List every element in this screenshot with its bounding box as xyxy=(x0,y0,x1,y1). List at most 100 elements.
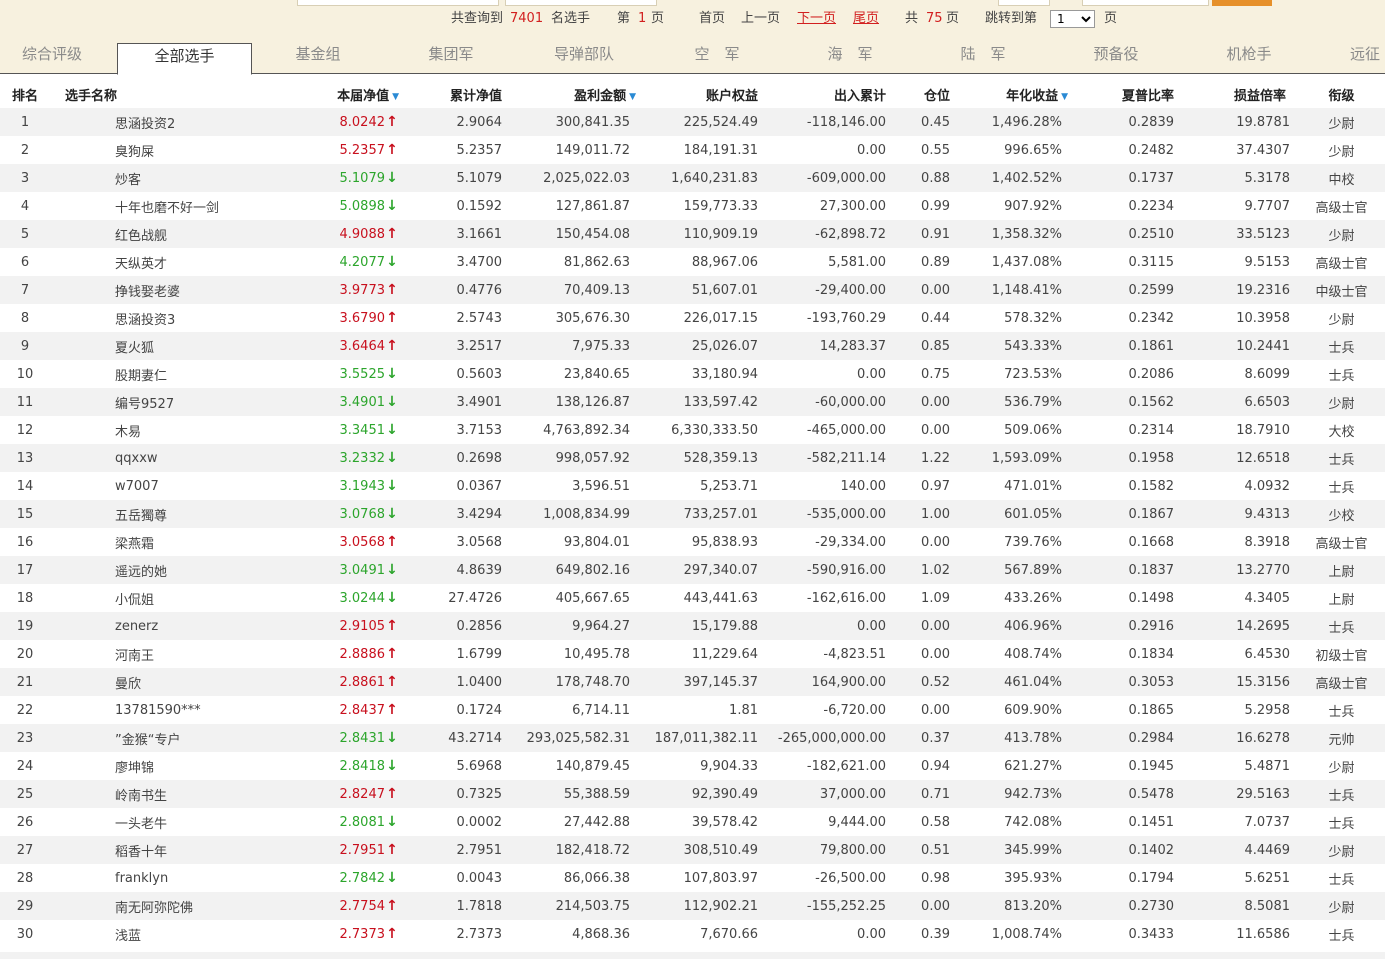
rank-title-cell: 少尉 xyxy=(1328,144,1355,160)
tab-army[interactable]: 陆 军 xyxy=(931,41,1035,73)
col-sharpe[interactable]: 夏普比率 xyxy=(1074,80,1186,108)
player-name-link[interactable]: 一头老牛 xyxy=(50,808,274,836)
rank-cell: 21 xyxy=(0,668,50,696)
jump-page-select[interactable]: 1 xyxy=(1050,10,1095,28)
player-name-link[interactable]: w7007 xyxy=(50,472,274,500)
prev-page-link[interactable]: 上一页 xyxy=(741,9,780,29)
player-name-link[interactable]: 天纵英才 xyxy=(50,248,274,276)
col-flow[interactable]: 出入累计 xyxy=(770,80,898,108)
next-page-link[interactable]: 下一页 xyxy=(797,9,836,29)
player-name-link[interactable]: 遥远的她 xyxy=(50,556,274,584)
arrow-up-icon: ↑ xyxy=(386,282,398,298)
tab-air-force[interactable]: 空 军 xyxy=(665,41,769,73)
col-annual-return[interactable]: 年化收益 ▼ xyxy=(962,80,1074,108)
player-name-link[interactable]: 浅蓝 xyxy=(50,920,274,948)
pl-ratio-cell: 8.6099 xyxy=(1244,366,1291,382)
player-name-link[interactable]: 南无阿弥陀佛 xyxy=(50,892,274,920)
player-name-link[interactable]: 思涵投资2 xyxy=(50,108,274,136)
player-name-link[interactable]: 13781590*** xyxy=(50,696,274,724)
col-current-nav[interactable]: 本届净值 ▼ xyxy=(274,80,399,108)
player-name-link[interactable]: 股期妻仁 xyxy=(50,360,274,388)
tab-reserve[interactable]: 预备役 xyxy=(1064,41,1168,73)
position-cell: 0.98 xyxy=(921,870,950,886)
sort-desc-icon[interactable]: ▼ xyxy=(1061,92,1068,102)
search-field-fragment[interactable] xyxy=(505,0,657,6)
arrow-up-icon: ↑ xyxy=(386,618,398,634)
col-player-name[interactable]: 选手名称 xyxy=(50,80,274,108)
sort-desc-icon[interactable]: ▼ xyxy=(629,92,636,102)
sharpe-cell: 0.3433 xyxy=(1128,926,1175,942)
col-equity[interactable]: 账户权益 xyxy=(642,80,770,108)
col-position[interactable]: 仓位 xyxy=(898,80,962,108)
player-name-link[interactable]: 十年也磨不好一剑 xyxy=(50,192,274,220)
player-name-link[interactable]: 夏火狐 xyxy=(50,332,274,360)
col-profit[interactable]: 盈利金额 ▼ xyxy=(514,80,642,108)
tab-fund-group[interactable]: 基金组 xyxy=(266,41,370,73)
pl-ratio-cell: 7.0737 xyxy=(1244,814,1291,830)
col-pl-ratio[interactable]: 损益倍率 xyxy=(1186,80,1298,108)
current-nav-value: 4.2077 xyxy=(339,255,386,270)
sharpe-cell: 0.3115 xyxy=(1128,254,1175,270)
player-name-link[interactable]: 木易 xyxy=(50,416,274,444)
pl-ratio-cell: 5.2958 xyxy=(1244,702,1291,718)
table-row: 30 浅蓝 2.7373↑ 2.7373 4,868.36 7,670.66 0.00 0.3… xyxy=(0,920,1385,948)
table-row: 8 思涵投资3 3.6790↑ 2.5743 305,676.30 226,017.15-… xyxy=(0,304,1385,332)
rank-cell: 22 xyxy=(16,702,34,718)
position-cell: 0.37 xyxy=(898,724,962,752)
player-name-link[interactable]: 编号9527 xyxy=(50,388,274,416)
player-name-link[interactable]: 稻香十年 xyxy=(50,836,274,864)
tab-gunner[interactable]: 机枪手 xyxy=(1197,41,1301,73)
search-field-fragment[interactable] xyxy=(297,0,499,6)
sort-desc-icon[interactable]: ▼ xyxy=(392,92,399,102)
player-name-link[interactable]: ”金猴“专户 xyxy=(50,724,274,752)
last-page-link[interactable]: 尾页 xyxy=(853,9,879,29)
player-name-link[interactable]: 思涵投资3 xyxy=(50,304,274,332)
player-name-link[interactable]: zenerz xyxy=(50,612,274,640)
position-cell: 0.45 xyxy=(898,108,962,136)
player-name-link[interactable]: 曼欣 xyxy=(50,668,274,696)
tab-expedition[interactable]: 远征 xyxy=(1330,41,1385,73)
tab-navy[interactable]: 海 军 xyxy=(798,41,902,73)
first-page-link[interactable]: 首页 xyxy=(699,9,725,29)
player-name-link[interactable]: 臭狗屎 xyxy=(50,136,274,164)
player-name-link[interactable]: 五岳獨尊 xyxy=(50,500,274,528)
rank-cell: 30 xyxy=(16,926,34,942)
tab-group-army[interactable]: 集团军 xyxy=(399,41,503,73)
player-name-link[interactable]: qqxxw xyxy=(50,444,274,472)
annual-return-cell: 1,008.74% xyxy=(991,926,1062,942)
player-name-link[interactable]: franklyn xyxy=(50,864,274,892)
search-field-fragment[interactable] xyxy=(998,0,1050,6)
player-name-link[interactable]: 河南王 xyxy=(50,640,274,668)
current-nav-value: 3.6790 xyxy=(339,311,386,326)
pl-ratio-cell: 9.7707 xyxy=(1244,198,1291,214)
profit-cell: 127,861.87 xyxy=(555,198,630,214)
equity-cell: 110,909.19 xyxy=(642,220,770,248)
tab-overall-rating[interactable]: 综合评级 xyxy=(0,41,104,73)
search-field-fragment[interactable] xyxy=(1082,0,1209,6)
player-name-link[interactable]: 挣钱娶老婆 xyxy=(50,276,274,304)
flow-cell: 79,800.00 xyxy=(770,836,898,864)
annual-return-cell: 578.32% xyxy=(1004,310,1062,326)
search-button-fragment[interactable] xyxy=(1212,0,1272,6)
player-name-link[interactable]: 梁燕霜 xyxy=(50,528,274,556)
col-rank[interactable]: 排名 xyxy=(0,80,50,108)
current-nav-cell: 5.2357↑ xyxy=(274,136,399,164)
tab-missile-force[interactable]: 导弹部队 xyxy=(532,41,636,73)
annual-return-cell: 471.01% xyxy=(1004,478,1062,494)
col-rank-title[interactable]: 衔级 xyxy=(1298,80,1385,108)
player-name-link[interactable]: 小侃姐 xyxy=(50,584,274,612)
player-name-link[interactable]: 廖坤锦 xyxy=(50,752,274,780)
sharpe-cell: 0.1794 xyxy=(1128,870,1175,886)
table-row: 13 qqxxw 3.2332↓ 0.2698 998,057.92 528,359.13… xyxy=(0,444,1385,472)
tab-all-players[interactable]: 全部选手 xyxy=(117,43,252,75)
pl-ratio-cell: 10.3958 xyxy=(1236,310,1290,326)
player-name-link[interactable]: 红色战舰 xyxy=(50,220,274,248)
rank-title-cell: 士兵 xyxy=(1298,332,1385,360)
rank-title-cell: 士兵 xyxy=(1298,780,1385,808)
current-nav-value: 3.1943 xyxy=(339,479,386,494)
player-name-link[interactable]: 岭南书生 xyxy=(50,780,274,808)
profit-cell: 70,409.13 xyxy=(514,276,642,304)
col-cumulative-nav[interactable]: 累计净值 xyxy=(399,80,514,108)
cumulative-nav-cell: 2.7951 xyxy=(399,836,514,864)
player-name-link[interactable]: 炒客 xyxy=(50,164,274,192)
